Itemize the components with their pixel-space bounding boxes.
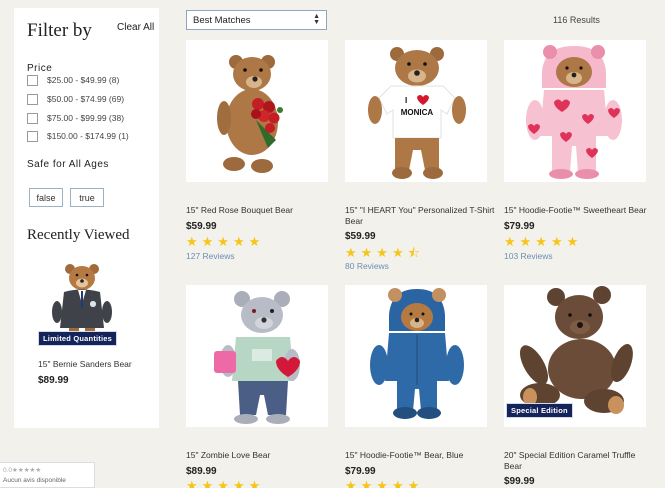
- star-rating: ★★★★★: [186, 478, 265, 488]
- shirt-name: MONICA: [401, 108, 434, 117]
- clear-all-link[interactable]: Clear All: [117, 22, 154, 33]
- product-image-i-heart-you-bear[interactable]: I MONICA: [345, 40, 487, 182]
- filter-sidebar: Filter by Clear All Price $25.00 - $49.9…: [14, 8, 159, 428]
- product-image-zombie-love-bear[interactable]: [186, 285, 328, 427]
- price-option[interactable]: $25.00 - $49.99 (8): [27, 73, 119, 87]
- product-name[interactable]: 15" Red Rose Bouquet Bear: [186, 205, 336, 216]
- product-name[interactable]: 20" Special Edition Caramel Truffle Bear: [504, 450, 654, 472]
- star-rating: ★★★★★: [345, 478, 424, 488]
- results-count: 116 Results: [553, 15, 600, 25]
- price-option[interactable]: $75.00 - $99.99 (38): [27, 111, 124, 125]
- recently-viewed-name[interactable]: 15" Bernie Sanders Bear: [38, 359, 132, 369]
- checkbox-icon[interactable]: [27, 74, 38, 86]
- price-option[interactable]: $150.00 - $174.99 (1): [27, 129, 129, 143]
- special-edition-badge: Special Edition: [506, 403, 573, 418]
- reviews-link[interactable]: 80 Reviews: [345, 261, 389, 271]
- filter-title: Filter by: [27, 20, 92, 41]
- price-option-label: $25.00 - $49.99 (8): [47, 75, 120, 85]
- recently-viewed-price: $89.99: [38, 375, 69, 386]
- product-price: $99.99: [504, 476, 535, 487]
- widget-text: Aucun avis disponible: [3, 477, 66, 484]
- product-price: $89.99: [186, 466, 217, 477]
- checkbox-icon[interactable]: [27, 112, 38, 124]
- bernie-bear-image[interactable]: [42, 258, 122, 338]
- product-price: $59.99: [186, 221, 217, 232]
- checkbox-icon[interactable]: [27, 130, 38, 142]
- product-image-hoodie-footie-blue-bear[interactable]: [345, 285, 487, 427]
- product-price: $59.99: [345, 231, 376, 242]
- reviews-link[interactable]: 103 Reviews: [504, 251, 553, 261]
- reviews-widget[interactable]: 0.0★★★★★ Aucun avis disponible: [0, 462, 95, 488]
- widget-stars: 0.0★★★★★: [3, 467, 42, 474]
- product-price: $79.99: [345, 466, 376, 477]
- product-name[interactable]: 15" Hoodie-Footie™ Bear, Blue: [345, 450, 495, 461]
- limited-quantities-badge: Limited Quantities: [38, 331, 118, 346]
- product-name[interactable]: 15" Hoodie-Footie™ Sweetheart Bear: [504, 205, 654, 216]
- price-option-label: $150.00 - $174.99 (1): [47, 131, 129, 141]
- reviews-link[interactable]: 127 Reviews: [186, 251, 235, 261]
- sort-selected-label: Best Matches: [193, 14, 251, 26]
- select-arrows-icon: ▲ ▼: [313, 13, 320, 26]
- price-option-label: $75.00 - $99.99 (38): [47, 113, 125, 123]
- product-name[interactable]: 15" Zombie Love Bear: [186, 450, 336, 461]
- shirt-letter: I: [405, 96, 407, 105]
- price-option-label: $50.00 - $74.99 (69): [47, 94, 125, 104]
- age-section-title: Safe for All Ages: [27, 159, 109, 170]
- price-option[interactable]: $50.00 - $74.99 (69): [27, 92, 124, 106]
- product-image-sweetheart-bear[interactable]: [504, 40, 646, 182]
- product-name[interactable]: 15" "I HEART You" Personalized T-Shirt B…: [345, 205, 495, 227]
- age-filter-false[interactable]: false: [29, 188, 63, 207]
- product-image-red-rose-bear[interactable]: [186, 40, 328, 182]
- star-rating: ★★★★★: [504, 234, 583, 249]
- recently-viewed-title: Recently Viewed: [27, 227, 130, 243]
- sort-select[interactable]: Best Matches ▲ ▼: [186, 10, 327, 30]
- product-price: $79.99: [504, 221, 535, 232]
- age-filter-true[interactable]: true: [70, 188, 104, 207]
- checkbox-icon[interactable]: [27, 93, 38, 105]
- star-rating: ★★★★★: [186, 234, 265, 249]
